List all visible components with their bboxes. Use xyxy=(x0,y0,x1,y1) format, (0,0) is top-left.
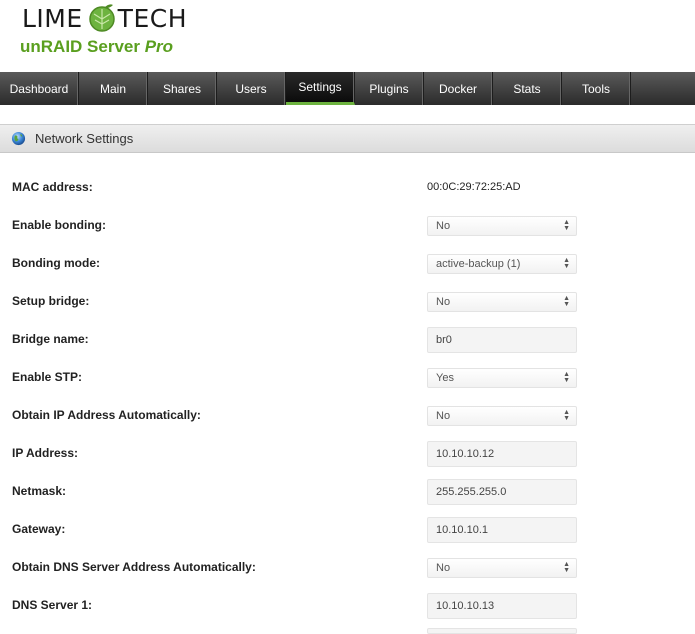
dns-server-1-input[interactable]: 10.10.10.13 xyxy=(427,593,577,619)
obtain-ip-auto-selected: No xyxy=(436,410,451,422)
enable-bonding-select[interactable]: No ▲ ▼ xyxy=(427,216,577,236)
tab-plugins[interactable]: Plugins xyxy=(355,72,424,105)
dns-server-2-input[interactable] xyxy=(427,628,577,634)
tab-tools[interactable]: Tools xyxy=(562,72,631,105)
mac-address-label: MAC address: xyxy=(12,180,93,194)
globe-icon xyxy=(11,131,26,146)
obtain-dns-auto-selected: No xyxy=(436,562,451,574)
tab-dashboard[interactable]: Dashboard xyxy=(0,72,79,105)
netmask-label: Netmask: xyxy=(12,484,67,498)
tab-docker[interactable]: Docker xyxy=(424,72,493,105)
mac-address-value: 00:0C:29:72:25:AD xyxy=(427,181,521,193)
setup-bridge-label: Setup bridge: xyxy=(12,294,90,308)
enable-stp-selected: Yes xyxy=(436,372,454,384)
main-navigation: Dashboard Main Shares Users Settings Plu… xyxy=(0,72,695,105)
lime-leaf-icon xyxy=(88,4,115,32)
obtain-dns-auto-select[interactable]: No ▲ ▼ xyxy=(427,558,577,578)
netmask-input[interactable]: 255.255.255.0 xyxy=(427,479,577,505)
section-header: Network Settings xyxy=(0,124,695,153)
select-arrows-icon: ▲ ▼ xyxy=(563,409,570,422)
bridge-name-label: Bridge name: xyxy=(12,332,89,346)
tab-users[interactable]: Users xyxy=(217,72,286,105)
product-name: unRAID Server xyxy=(20,37,140,56)
dns-server-1-label: DNS Server 1: xyxy=(12,598,93,612)
obtain-ip-auto-select[interactable]: No ▲ ▼ xyxy=(427,406,577,426)
gateway-input[interactable]: 10.10.10.1 xyxy=(427,517,577,543)
bonding-mode-label: Bonding mode: xyxy=(12,256,100,270)
logo-left-word: LIME xyxy=(22,3,83,33)
product-edition: Pro xyxy=(144,37,174,56)
obtain-ip-auto-label: Obtain IP Address Automatically: xyxy=(12,408,201,422)
bonding-mode-selected: active-backup (1) xyxy=(436,258,521,270)
tab-shares[interactable]: Shares xyxy=(148,72,217,105)
ip-address-input[interactable]: 10.10.10.12 xyxy=(427,441,577,467)
obtain-dns-auto-label: Obtain DNS Server Address Automatically: xyxy=(12,560,256,574)
bonding-mode-select[interactable]: active-backup (1) ▲ ▼ xyxy=(427,254,577,274)
bridge-name-input[interactable]: br0 xyxy=(427,327,577,353)
ip-address-label: IP Address: xyxy=(12,446,79,460)
enable-bonding-selected: No xyxy=(436,220,451,232)
tab-stats[interactable]: Stats xyxy=(493,72,562,105)
enable-stp-select[interactable]: Yes ▲ ▼ xyxy=(427,368,577,388)
header: LIME TECH unRAID Server Pro xyxy=(0,0,695,72)
setup-bridge-select[interactable]: No ▲ ▼ xyxy=(427,292,577,312)
enable-bonding-label: Enable bonding: xyxy=(12,218,106,232)
logo-right-word: TECH xyxy=(117,3,187,33)
gateway-label: Gateway: xyxy=(12,522,66,536)
section-title: Network Settings xyxy=(35,131,134,146)
select-arrows-icon: ▲ ▼ xyxy=(563,257,570,270)
select-arrows-icon: ▲ ▼ xyxy=(563,219,570,232)
lime-technology-logo: LIME TECH xyxy=(22,3,187,33)
select-arrows-icon: ▲ ▼ xyxy=(563,295,570,308)
select-arrows-icon: ▲ ▼ xyxy=(563,561,570,574)
setup-bridge-selected: No xyxy=(436,296,451,308)
select-arrows-icon: ▲ ▼ xyxy=(563,371,570,384)
tab-main[interactable]: Main xyxy=(79,72,148,105)
tab-settings[interactable]: Settings xyxy=(286,72,355,105)
product-title: unRAID Server Pro xyxy=(20,37,173,57)
enable-stp-label: Enable STP: xyxy=(12,370,83,384)
